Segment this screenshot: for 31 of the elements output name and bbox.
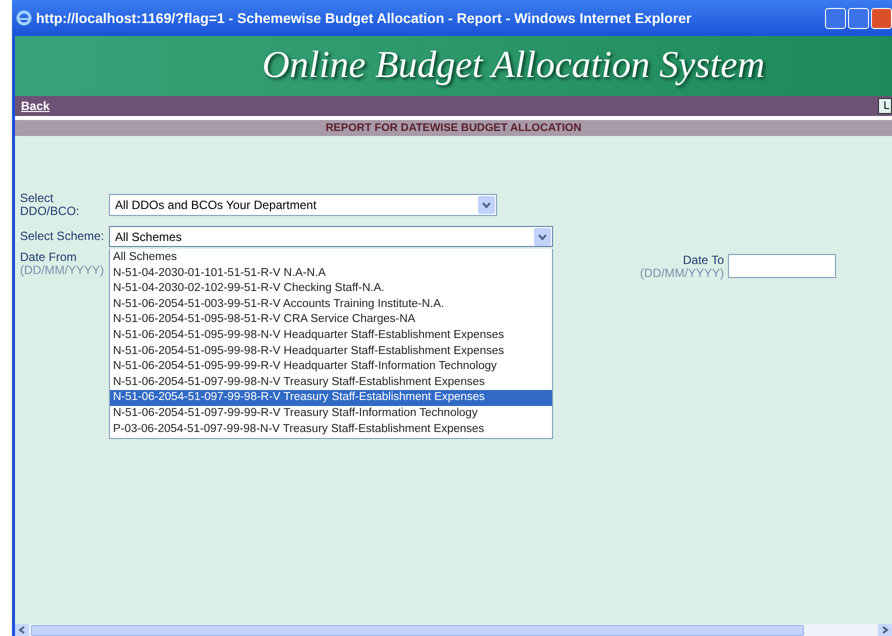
field-label: Select Scheme: <box>20 230 106 243</box>
dropdown-option[interactable]: N-51-06-2054-51-097-99-98-N-V Treasury Staff-Establishment Expenses <box>110 374 552 390</box>
dropdown-option[interactable]: N-51-06-2054-51-097-99-98-R-V Treasury Staff-Establishment Expenses <box>110 390 552 406</box>
scroll-right-icon[interactable] <box>881 626 889 634</box>
scheme-select[interactable]: All Schemes <box>109 226 553 247</box>
dropdown-option[interactable]: N-51-06-2054-51-095-98-51-R-V CRA Service Charges-NA <box>110 312 552 328</box>
dropdown-option[interactable]: N-51-06-2054-51-003-99-51-R-V Accounts Training Institute-N.A. <box>110 296 552 312</box>
dropdown-option[interactable]: N-51-06-2054-51-095-99-98-R-V Headquarter Staff-Establishment Expenses <box>110 344 552 360</box>
ddo-select[interactable]: All DDOs and BCOs Your Department <box>109 194 497 216</box>
dropdown-option[interactable]: N-51-06-2054-51-095-99-98-N-V Headquarter Staff-Establishment Expenses <box>110 328 552 344</box>
scroll-left-icon[interactable] <box>18 626 26 634</box>
dropdown-option[interactable]: All Schemes <box>110 250 552 266</box>
date-to-field[interactable] <box>728 254 836 278</box>
dropdown-option[interactable]: P-03-06-2054-51-097-99-98-N-V Treasury Staff-Establishment Expenses <box>110 422 552 438</box>
window-title: http://localhost:1169/?flag=1 - Schemewise Budget Allocation - Report - Windows Internet Explorer <box>36 8 692 28</box>
maximize-button[interactable] <box>848 8 869 28</box>
dropdown-option[interactable]: N-51-06-2054-51-097-99-99-R-V Treasury Staff-Information Technology <box>110 406 552 422</box>
field-label: Date From (DD/MM/YYYY) <box>20 251 105 277</box>
site-title: Online Budget Allocation System <box>261 43 765 88</box>
dropdown-option[interactable]: N-51-04-2030-01-101-51-51-R-V N.A-N.A <box>110 266 552 282</box>
horizontal-scrollbar[interactable] <box>15 624 892 636</box>
dropdown-option[interactable]: N-51-06-2054-51-095-99-99-R-V Headquarter Staff-Information Technology <box>110 359 552 375</box>
scrollbar-thumb[interactable] <box>31 624 804 636</box>
back-link[interactable]: Back <box>21 97 50 115</box>
field-label: Select DDO/BCO: <box>20 192 80 218</box>
close-button[interactable] <box>871 8 892 28</box>
field-label: Date To (DD/MM/YYYY) <box>640 254 724 280</box>
report-heading: REPORT FOR DATEWISE BUDGET ALLOCATION <box>15 120 892 136</box>
minimize-button[interactable] <box>825 8 846 28</box>
toolbar-button[interactable]: L <box>878 98 892 114</box>
dropdown-option[interactable]: N-51-04-2030-02-102-99-51-R-V Checking Staff-N.A. <box>110 281 552 297</box>
